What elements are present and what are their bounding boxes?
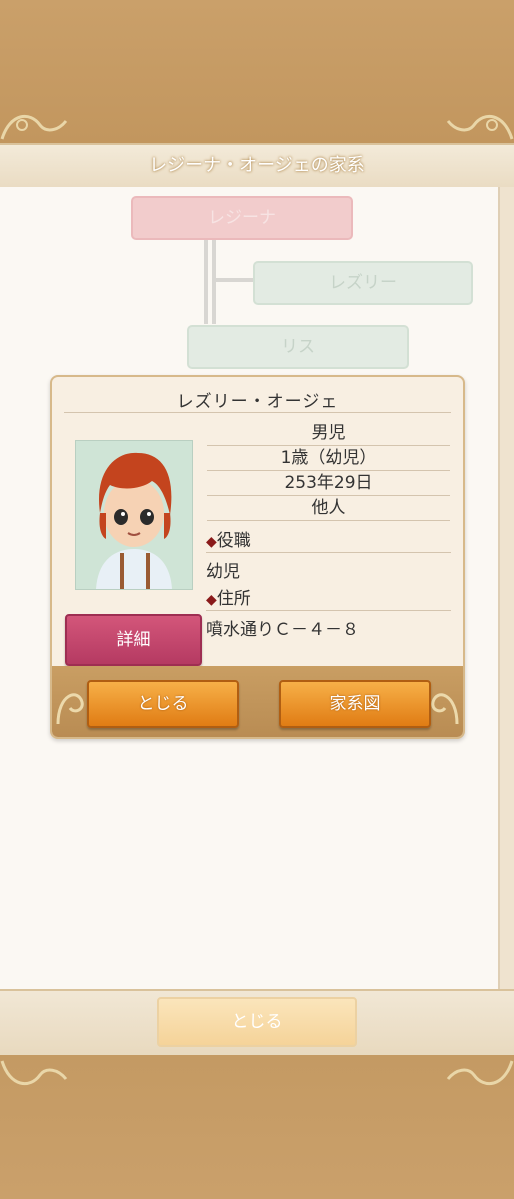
tree-line: [216, 278, 254, 282]
scrollbar[interactable]: [498, 187, 514, 989]
diamond-icon: ◆: [206, 534, 217, 550]
tree-node-regina[interactable]: レジーナ: [131, 196, 353, 240]
top-frame: [0, 0, 514, 145]
gender-value: 男児: [207, 421, 450, 446]
character-popup: レズリー・オージェ 男児 1歳（幼児） 253年29日 他人 ◆役職 幼児 ◆住…: [50, 375, 465, 739]
title-bar: レジーナ・オージェの家系: [0, 143, 514, 189]
ornament-left-icon: [56, 693, 84, 725]
age-value: 1歳（幼児）: [207, 446, 450, 471]
address-label-text: 住所: [216, 589, 251, 609]
divider: [64, 412, 451, 413]
detail-button[interactable]: 詳細: [65, 614, 202, 666]
bottom-frame: [0, 1055, 514, 1199]
birth-date-value: 253年29日: [207, 471, 450, 496]
tree-node-risu[interactable]: リス: [187, 325, 409, 369]
tree-line: [204, 240, 208, 324]
ornament-left-icon: [0, 1060, 68, 1085]
footer-close-button[interactable]: とじる: [157, 997, 357, 1047]
close-button[interactable]: とじる: [87, 680, 239, 728]
character-portrait: [75, 440, 193, 590]
address-value: 噴水通りＣ－４－８: [206, 620, 359, 640]
occupation-label: ◆役職: [206, 530, 451, 553]
character-name: レズリー・オージェ: [176, 392, 339, 412]
occupation-value: 幼児: [206, 562, 240, 582]
character-avatar-icon: [76, 441, 192, 589]
relation-value: 他人: [207, 496, 450, 521]
ornament-right-icon: [446, 115, 514, 140]
ornament-right-icon: [446, 1060, 514, 1085]
ornament-left-icon: [0, 115, 68, 140]
address-label: ◆住所: [206, 588, 451, 611]
occupation-label-text: 役職: [216, 531, 251, 551]
ornament-right-icon: [431, 693, 459, 725]
family-tree-button[interactable]: 家系図: [279, 680, 431, 728]
tree-line: [212, 240, 216, 324]
page-title: レジーナ・オージェの家系: [149, 155, 365, 176]
tree-node-lesley[interactable]: レズリー: [253, 261, 473, 305]
diamond-icon: ◆: [206, 592, 217, 608]
